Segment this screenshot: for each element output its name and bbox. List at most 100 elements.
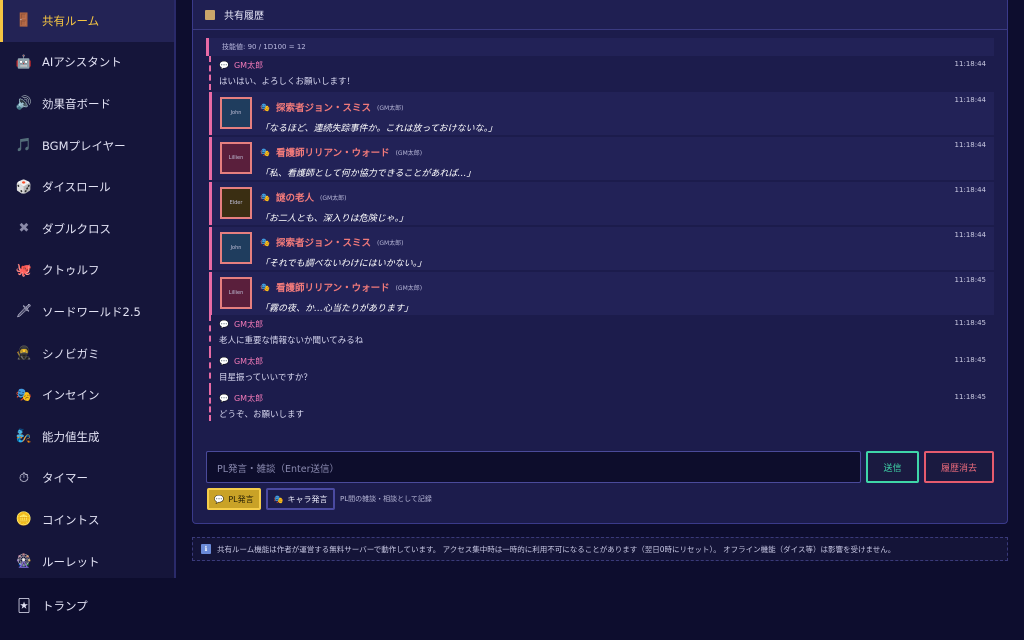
chara-name: 看護師リリアン・ウォード: [275, 148, 390, 159]
shared-history-panel: 共有履歴 技能値: 90 / 1D100 = 12 💬 GM太郎 はいはい、よろし…: [192, 0, 1008, 524]
speech-bubble-icon: 💬: [214, 494, 225, 504]
playing-card-icon: 🃏: [17, 598, 31, 614]
sidebar-item-label: ソードワールド2.5: [42, 304, 141, 319]
sidebar-item-label: 効果音ボード: [42, 96, 111, 111]
speaker-icon: 🔊: [15, 96, 33, 112]
sidebar-item-timer[interactable]: ⏱ タイマー: [0, 458, 174, 500]
sidebar-item-label: コイントス: [42, 512, 100, 527]
sword-icon: 🗡: [15, 304, 33, 320]
sidebar-item-coin-toss[interactable]: 🪙 コイントス: [0, 499, 174, 541]
coin-icon: 🪙: [15, 512, 33, 528]
pl-mode-label: PL発言: [228, 494, 254, 504]
clear-history-button[interactable]: 履歴消去: [924, 451, 994, 483]
octopus-icon: 🐙: [15, 262, 33, 278]
sidebar-item-shinobigami[interactable]: 🥷 シノビガミ: [0, 333, 174, 375]
server-notice: ℹ 共有ルーム機能は作者が運営する無料サーバーで動作しています。 アクセス集中時…: [192, 537, 1008, 561]
avatar: Lillien: [220, 277, 252, 309]
dice-icon: 🎲: [15, 179, 33, 195]
message-time: 11:18:44: [954, 141, 986, 149]
avatar: John: [220, 232, 252, 264]
theater-mask-icon: 🎭: [260, 147, 270, 157]
message-time: 11:18:44: [954, 96, 986, 104]
sidebar-item-ai-assistant[interactable]: 🤖 AIアシスタント: [0, 42, 174, 84]
sidebar-item-sword-world[interactable]: 🗡 ソードワールド2.5: [0, 291, 174, 333]
message-text: 「お二人とも、深入りは危険じゃ。」: [260, 214, 409, 224]
chat-log[interactable]: 技能値: 90 / 1D100 = 12 💬 GM太郎 はいはい、よろしくお願いし…: [206, 38, 994, 440]
sidebar-item-sound-board[interactable]: 🔊 効果音ボード: [0, 83, 174, 125]
chara-name: 探索者ジョン・スミス: [275, 103, 371, 114]
speech-bubble-icon: 💬: [219, 61, 229, 70]
chara-owner: (GM太郎): [376, 239, 404, 247]
theater-mask-icon: 🎭: [260, 192, 270, 202]
sidebar-item-label: インセイン: [42, 388, 100, 403]
sidebar-item-label: ルーレット: [42, 554, 100, 569]
message-text: どうぞ、お願いします: [219, 410, 305, 420]
robot-icon: 🤖: [15, 54, 33, 70]
theater-mask-icon: 🎭: [273, 494, 284, 504]
message-time: 11:18:45: [954, 356, 986, 364]
message-time: 11:18:45: [954, 276, 986, 284]
message-text: 「霧の夜、か…心当たりがあります」: [260, 304, 414, 314]
chara-name: 探索者ジョン・スミス: [275, 238, 371, 249]
sidebar-item-label: ダブルクロス: [42, 221, 111, 236]
gm-message: 💬 GM太郎 老人に重要な情報ないか聞いてみるね 11:18:45: [209, 315, 994, 352]
sidebar-item-label: クトゥルフ: [42, 263, 100, 278]
stopwatch-icon: ⏱: [18, 470, 30, 486]
speech-bubble-icon: 💬: [219, 320, 229, 329]
sidebar-item-roulette[interactable]: 🎡 ルーレット: [0, 541, 174, 583]
chara-mode-label: キャラ発言: [287, 494, 328, 504]
theater-mask-icon: 🎭: [15, 387, 33, 403]
sidebar-item-cthulhu[interactable]: 🐙 クトゥルフ: [0, 250, 174, 292]
cross-icon: ✖: [18, 221, 30, 237]
theater-mask-icon: 🎭: [260, 102, 270, 112]
message-time: 11:18:44: [954, 186, 986, 194]
genie-icon: 🧞: [15, 429, 33, 445]
chara-name: 看護師リリアン・ウォード: [275, 283, 390, 294]
chara-mode-button[interactable]: 🎭 キャラ発言: [266, 488, 335, 510]
sidebar-item-label: シノビガミ: [42, 346, 100, 361]
message-time: 11:18:45: [954, 393, 986, 401]
sidebar: 🚪 共有ルーム 🤖 AIアシスタント 🔊 効果音ボード 🎵 BGMプレイヤー 🎲 ダイスロ…: [0, 0, 176, 578]
message-text: 「なるほど、連続失踪事件か。これは放っておけないな。」: [260, 124, 498, 134]
sidebar-item-label: ダイスロール: [42, 180, 111, 195]
sidebar-item-label: タイマー: [42, 471, 88, 486]
sidebar-item-label: AIアシスタント: [42, 55, 122, 70]
sidebar-item-bgm-player[interactable]: 🎵 BGMプレイヤー: [0, 125, 174, 167]
info-icon: ℹ: [201, 544, 211, 554]
sidebar-item-stat-generator[interactable]: 🧞 能力値生成: [0, 416, 174, 458]
sidebar-item-label: 共有ルーム: [42, 13, 100, 28]
sidebar-item-dice-roll[interactable]: 🎲 ダイスロール: [0, 166, 174, 208]
sidebar-item-playing-cards[interactable]: 🃏 トランプ: [0, 586, 176, 626]
sidebar-item-double-cross[interactable]: ✖ ダブルクロス: [0, 208, 174, 250]
sidebar-item-insane[interactable]: 🎭 インセイン: [0, 374, 174, 416]
ninja-icon: 🥷: [15, 346, 33, 362]
chara-message: John 🎭 探索者ジョン・スミス (GM太郎) 「なるほど、連続失踪事件か。これは…: [209, 92, 994, 135]
door-icon: 🚪: [15, 13, 33, 29]
book-icon: [205, 9, 215, 20]
sidebar-item-shared-room[interactable]: 🚪 共有ルーム: [0, 0, 174, 42]
notice-text: 共有ルーム機能は作者が運営する無料サーバーで動作しています。 アクセス集中時は一…: [217, 544, 896, 554]
chara-owner: (GM太郎): [319, 194, 347, 202]
chara-owner: (GM太郎): [395, 284, 423, 292]
message-text: 目星振っていいですか？: [219, 373, 312, 383]
gm-message: 💬 GM太郎 目星振っていいですか？ 11:18:45: [209, 352, 994, 389]
panel-title: 共有履歴: [224, 11, 264, 22]
chara-message: Lillien 🎭 看護師リリアン・ウォード (GM太郎) 「霧の夜、か…心当たりが…: [209, 272, 994, 315]
gm-name: GM太郎: [233, 61, 264, 70]
avatar: Lillien: [220, 142, 252, 174]
avatar: John: [220, 97, 252, 129]
pl-mode-button[interactable]: 💬 PL発言: [207, 488, 261, 510]
gm-name: GM太郎: [233, 357, 264, 366]
chara-message: Elder 🎭 謎の老人 (GM太郎) 「お二人とも、深入りは危険じゃ。」 11:1…: [209, 182, 994, 225]
sidebar-item-label: 能力値生成: [42, 429, 100, 444]
send-button[interactable]: 送信: [866, 451, 919, 483]
chara-owner: (GM太郎): [395, 149, 423, 157]
chara-owner: (GM太郎): [376, 104, 404, 112]
speech-bubble-icon: 💬: [219, 394, 229, 403]
gm-message: 💬 GM太郎 はいはい、よろしくお願いします！ 11:18:44: [209, 56, 994, 90]
chara-name: 謎の老人: [275, 193, 314, 204]
message-text: 老人に重要な情報ないか聞いてみるね: [219, 336, 364, 346]
avatar: Elder: [220, 187, 252, 219]
pl-message-input[interactable]: PL発言・雑談（Enter送信）: [206, 451, 861, 483]
message-time: 11:18:45: [954, 319, 986, 327]
